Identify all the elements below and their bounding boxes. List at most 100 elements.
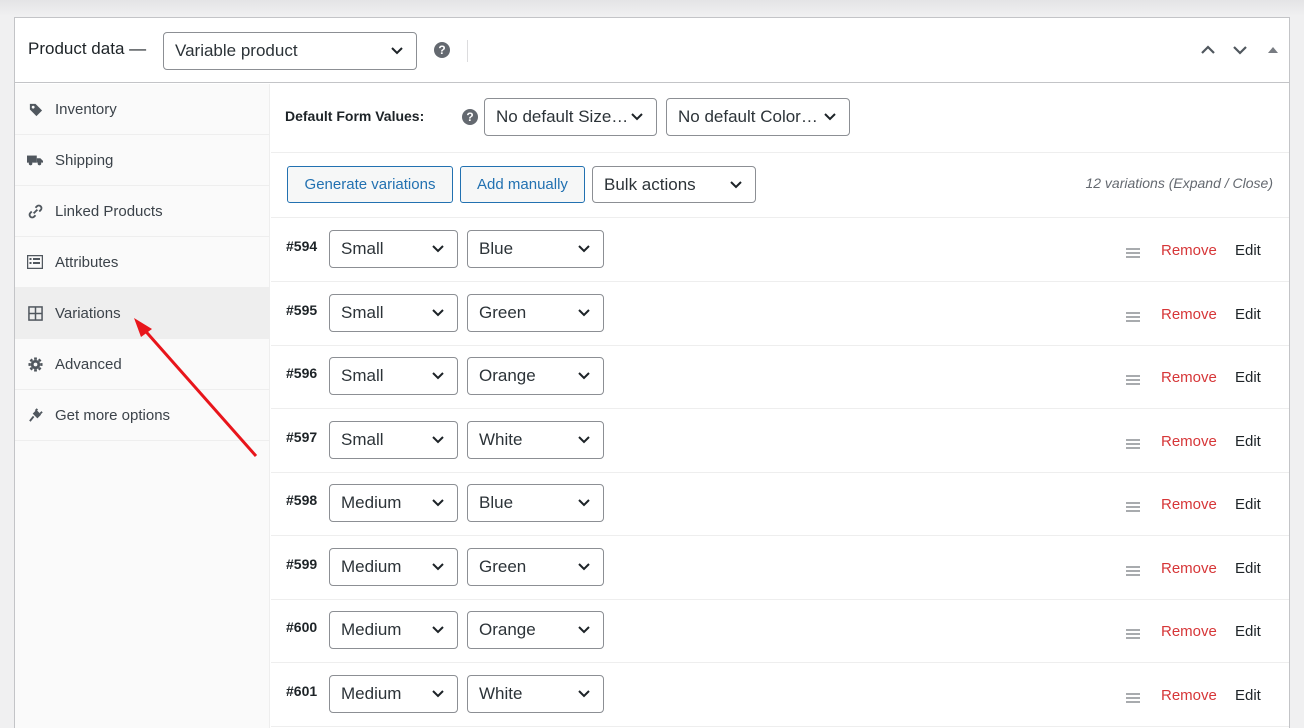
drag-handle-icon[interactable] — [1126, 311, 1140, 322]
remove-variation-link[interactable]: Remove — [1161, 560, 1217, 577]
variation-color-select[interactable]: Green — [467, 293, 604, 332]
variation-size-select[interactable]: Small — [329, 230, 458, 268]
chevron-down-icon — [631, 113, 643, 121]
edit-variation-link[interactable]: Edit — [1235, 369, 1261, 386]
variation-color-select[interactable]: Orange — [467, 611, 604, 649]
tab-advanced[interactable]: Advanced — [15, 339, 269, 390]
drag-handle-icon[interactable] — [1126, 438, 1140, 449]
chevron-down-icon — [578, 626, 590, 634]
generate-variations-button[interactable]: Generate variations — [287, 166, 453, 203]
top-shadow — [0, 0, 1304, 16]
gear-icon — [27, 356, 43, 372]
variation-row[interactable]: #598 Medium Blue Remove Edit — [271, 472, 1289, 536]
variation-size-select[interactable]: Small — [329, 420, 458, 459]
default-size-select[interactable]: No default Size… — [484, 98, 657, 136]
variation-id: #598 — [286, 492, 318, 508]
default-form-values-label: Default Form Values: — [285, 108, 425, 124]
variation-row[interactable]: #601 Medium White Remove Edit — [271, 663, 1289, 727]
move-down-icon[interactable] — [1232, 42, 1248, 58]
drag-handle-icon[interactable] — [1126, 375, 1140, 385]
product-data-panel: Product data — Variable product ? Invent… — [14, 17, 1290, 728]
chevron-down-icon — [432, 626, 444, 634]
variation-row[interactable]: #600 Medium Orange Remove Edit — [271, 599, 1289, 663]
collapse-toggle-icon[interactable] — [1267, 44, 1279, 56]
chevron-down-icon — [578, 435, 590, 443]
variation-color-select[interactable]: White — [467, 674, 604, 713]
variation-row[interactable]: #595 Small Green Remove Edit — [271, 282, 1289, 346]
remove-variation-link[interactable]: Remove — [1161, 306, 1217, 323]
variation-size-select[interactable]: Medium — [329, 674, 458, 713]
help-icon[interactable]: ? — [462, 109, 478, 125]
link-icon — [27, 203, 43, 219]
bulk-actions-select[interactable]: Bulk actions — [592, 166, 756, 203]
chevron-down-icon — [578, 689, 590, 697]
tab-label: Inventory — [55, 100, 117, 118]
tab-label: Attributes — [55, 253, 119, 271]
tab-variations[interactable]: Variations — [15, 288, 269, 339]
chevron-down-icon — [432, 245, 444, 253]
tab-inventory[interactable]: Inventory — [15, 84, 269, 135]
variation-row[interactable]: #594 Small Blue Remove Edit — [271, 218, 1289, 282]
variation-color-select[interactable]: Blue — [467, 484, 604, 522]
tab-label: Shipping — [55, 151, 114, 169]
variation-row[interactable]: #599 Medium Green Remove Edit — [271, 536, 1289, 600]
move-up-icon[interactable] — [1200, 42, 1216, 58]
variation-size-value: Small — [341, 239, 384, 258]
variation-color-value: Blue — [479, 239, 514, 258]
edit-variation-link[interactable]: Edit — [1235, 306, 1261, 323]
variations-toolbar: Generate variations Add manually Bulk ac… — [271, 153, 1289, 218]
variation-id: #600 — [286, 619, 318, 635]
chevron-down-icon — [578, 308, 590, 316]
edit-variation-link[interactable]: Edit — [1235, 623, 1261, 640]
remove-variation-link[interactable]: Remove — [1161, 242, 1217, 259]
drag-handle-icon[interactable] — [1126, 629, 1140, 639]
default-color-value: No default Color… — [678, 107, 818, 126]
drag-handle-icon[interactable] — [1126, 248, 1140, 258]
variation-color-select[interactable]: Green — [467, 547, 604, 586]
variation-color-value: Green — [479, 302, 527, 322]
help-icon[interactable]: ? — [434, 42, 450, 58]
chevron-down-icon — [432, 435, 444, 443]
remove-variation-link[interactable]: Remove — [1161, 496, 1217, 513]
variation-size-value: Small — [341, 429, 384, 449]
variation-size-select[interactable]: Medium — [329, 484, 458, 522]
remove-variation-link[interactable]: Remove — [1161, 687, 1217, 704]
panel-header: Product data — Variable product ? — [15, 18, 1289, 83]
panel-title: Product data — — [28, 39, 147, 58]
chevron-down-icon — [432, 372, 444, 380]
remove-variation-link[interactable]: Remove — [1161, 623, 1217, 640]
variation-size-select[interactable]: Medium — [329, 547, 458, 586]
default-form-values: Default Form Values: ? No default Size… … — [271, 84, 1289, 153]
chevron-down-icon — [578, 245, 590, 253]
chevron-down-icon — [578, 562, 590, 570]
variation-size-select[interactable]: Medium — [329, 611, 458, 649]
remove-variation-link[interactable]: Remove — [1161, 369, 1217, 386]
variation-size-select[interactable]: Small — [329, 357, 458, 395]
tab-linked-products[interactable]: Linked Products — [15, 186, 269, 237]
product-type-select[interactable]: Variable product — [163, 32, 417, 70]
tab-get-more-options[interactable]: Get more options — [15, 390, 269, 441]
edit-variation-link[interactable]: Edit — [1235, 560, 1261, 577]
variations-count[interactable]: 12 variations (Expand / Close) — [1085, 175, 1273, 191]
variation-size-select[interactable]: Small — [329, 293, 458, 332]
variation-size-value: Medium — [341, 556, 402, 576]
drag-handle-icon[interactable] — [1126, 692, 1140, 703]
edit-variation-link[interactable]: Edit — [1235, 433, 1261, 450]
default-color-select[interactable]: No default Color… — [666, 98, 850, 136]
edit-variation-link[interactable]: Edit — [1235, 496, 1261, 513]
add-manually-button[interactable]: Add manually — [460, 166, 585, 203]
edit-variation-link[interactable]: Edit — [1235, 687, 1261, 704]
variation-row[interactable]: #597 Small White Remove Edit — [271, 409, 1289, 473]
tab-attributes[interactable]: Attributes — [15, 237, 269, 288]
drag-handle-icon[interactable] — [1126, 565, 1140, 576]
variation-color-select[interactable]: Orange — [467, 357, 604, 395]
variation-row[interactable]: #596 Small Orange Remove Edit — [271, 345, 1289, 409]
edit-variation-link[interactable]: Edit — [1235, 242, 1261, 259]
variation-color-select[interactable]: White — [467, 420, 604, 459]
tab-shipping[interactable]: Shipping — [15, 135, 269, 186]
remove-variation-link[interactable]: Remove — [1161, 433, 1217, 450]
grid-icon — [27, 305, 43, 321]
product-type-value: Variable product — [175, 41, 298, 60]
variation-color-select[interactable]: Blue — [467, 230, 604, 268]
drag-handle-icon[interactable] — [1126, 502, 1140, 512]
